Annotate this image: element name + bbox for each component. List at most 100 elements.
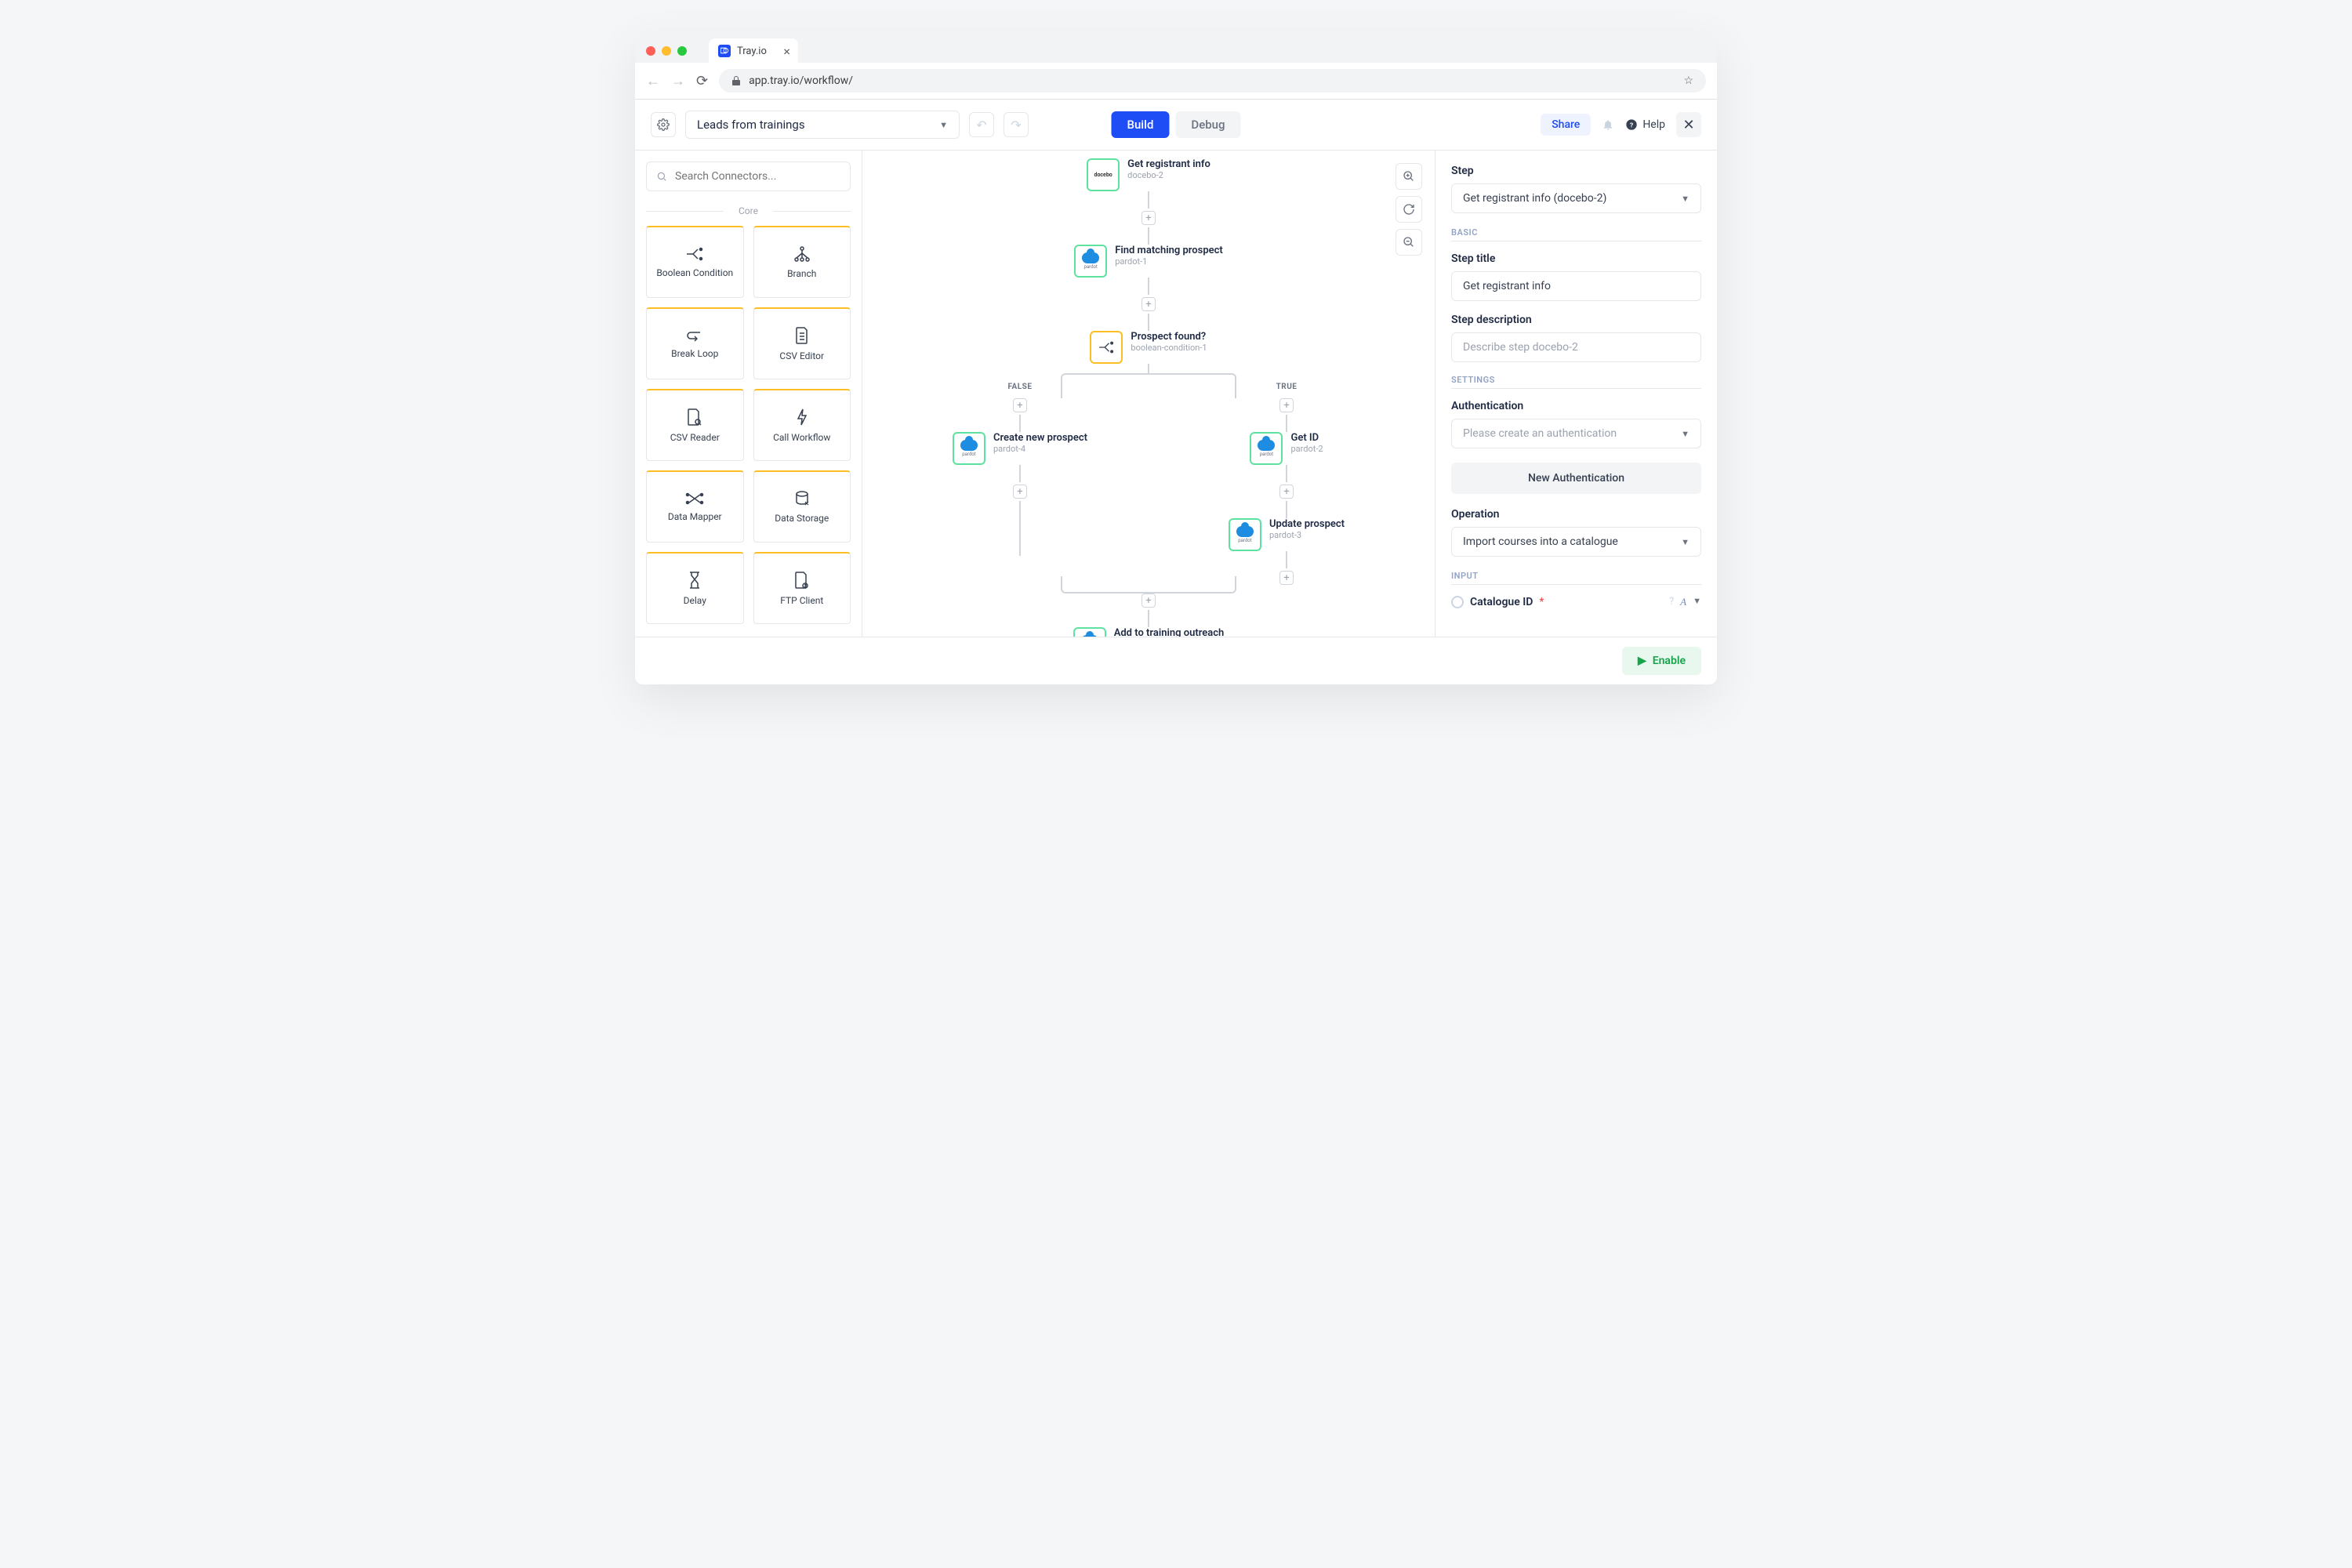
help-tooltip-icon[interactable]: ?	[1669, 596, 1674, 608]
tab-debug[interactable]: Debug	[1175, 111, 1240, 138]
operation-value: Import courses into a catalogue	[1463, 535, 1618, 548]
connector-label: Data Storage	[775, 513, 829, 524]
node-prospect-found[interactable]	[1090, 331, 1123, 364]
add-step-button[interactable]: +	[1279, 485, 1294, 499]
address-bar[interactable]: app.tray.io/workflow/ ☆	[719, 69, 1706, 93]
forward-icon[interactable]: →	[671, 73, 685, 89]
close-window-icon[interactable]	[646, 46, 655, 56]
minimize-window-icon[interactable]	[662, 46, 671, 56]
node-create-new-prospect[interactable]: pardot	[953, 432, 985, 465]
node-add-to-training-outreach[interactable]: pardot	[1073, 627, 1106, 637]
share-button[interactable]: Share	[1541, 114, 1591, 136]
node-sub: docebo-2	[1127, 170, 1210, 180]
connector-call-workflow[interactable]: Call Workflow	[753, 389, 851, 461]
undo-button[interactable]: ↶	[969, 112, 994, 137]
connector-delay[interactable]: Delay	[646, 552, 744, 624]
new-authentication-button[interactable]: New Authentication	[1451, 463, 1701, 494]
step-selector[interactable]: Get registrant info (docebo-2) ▼	[1451, 183, 1701, 213]
csv-editor-icon	[795, 327, 809, 344]
reload-icon[interactable]: ⟳	[696, 73, 708, 89]
input-catalogue-id[interactable]: Catalogue ID * ? A ▼	[1451, 596, 1701, 608]
operation-label: Operation	[1451, 508, 1701, 521]
node-sub: pardot-3	[1269, 530, 1345, 540]
settings-button[interactable]	[651, 112, 676, 137]
section-input: INPUT	[1451, 571, 1701, 585]
node-sub: pardot-2	[1290, 444, 1323, 454]
step-title-label: Step title	[1451, 252, 1701, 265]
bookmark-star-icon[interactable]: ☆	[1683, 74, 1693, 87]
connector-boolean-condition[interactable]: Boolean Condition	[646, 226, 744, 298]
back-icon[interactable]: ←	[646, 73, 660, 89]
docebo-icon: docebo	[1094, 172, 1112, 178]
chevron-down-icon: ▼	[1681, 194, 1690, 204]
ftp-icon	[794, 572, 810, 589]
required-icon: *	[1539, 596, 1544, 608]
connector-ftp-client[interactable]: FTP Client	[753, 552, 851, 624]
type-indicator-icon[interactable]: A	[1680, 596, 1686, 608]
chevron-down-icon[interactable]: ▼	[1693, 596, 1701, 608]
node-get-id[interactable]: pardot	[1250, 432, 1283, 465]
delay-icon	[688, 572, 701, 589]
redo-button[interactable]: ↷	[1004, 112, 1029, 137]
auth-placeholder: Please create an authentication	[1463, 427, 1617, 440]
add-step-button[interactable]: +	[1013, 485, 1027, 499]
tab-build[interactable]: Build	[1111, 111, 1169, 138]
node-update-prospect[interactable]: pardot	[1229, 518, 1261, 551]
step-desc-label: Step description	[1451, 314, 1701, 326]
operation-selector[interactable]: Import courses into a catalogue ▼	[1451, 527, 1701, 557]
enable-label: Enable	[1653, 655, 1686, 667]
break-loop-icon	[686, 329, 703, 342]
add-step-button[interactable]: +	[1142, 297, 1156, 311]
node-title: Create new prospect	[993, 432, 1087, 444]
connector-break-loop[interactable]: Break Loop	[646, 307, 744, 379]
node-find-matching-prospect[interactable]: pardot	[1074, 245, 1107, 278]
window-controls[interactable]	[646, 46, 687, 56]
auth-selector[interactable]: Please create an authentication ▼	[1451, 419, 1701, 448]
tab-close-icon[interactable]: ×	[783, 44, 790, 59]
add-step-button[interactable]: +	[1279, 571, 1294, 585]
connector-data-mapper[interactable]: Data Mapper	[646, 470, 744, 543]
add-step-button[interactable]: +	[1142, 593, 1156, 608]
help-link[interactable]: ? Help	[1625, 118, 1665, 131]
connector-label: Data Mapper	[668, 511, 722, 522]
close-icon: ✕	[1682, 117, 1694, 133]
step-title-input[interactable]	[1451, 271, 1701, 301]
add-step-button[interactable]: +	[1142, 211, 1156, 225]
play-icon: ▶	[1638, 655, 1646, 667]
connector-csv-editor[interactable]: CSV Editor	[753, 307, 851, 379]
step-desc-input[interactable]	[1451, 332, 1701, 362]
catalogue-id-label: Catalogue ID	[1470, 596, 1533, 608]
add-step-button[interactable]: +	[1013, 398, 1027, 412]
pardot-icon	[1258, 440, 1275, 451]
data-storage-icon	[794, 491, 810, 506]
connector-label: CSV Editor	[779, 350, 824, 361]
search-input[interactable]	[646, 162, 851, 191]
close-panel-button[interactable]: ✕	[1676, 112, 1701, 137]
section-label-core: Core	[646, 205, 851, 216]
pardot-icon	[960, 440, 978, 451]
connector-label: Delay	[684, 595, 706, 606]
connector-label: Branch	[787, 268, 816, 279]
node-title: Get registrant info	[1127, 158, 1210, 170]
add-step-button[interactable]: +	[1279, 398, 1294, 412]
connector-csv-reader[interactable]: CSV Reader	[646, 389, 744, 461]
pardot-icon	[1236, 526, 1254, 537]
radio-icon[interactable]	[1451, 596, 1464, 608]
url-text: app.tray.io/workflow/	[749, 74, 853, 87]
node-get-registrant-info[interactable]: docebo	[1087, 158, 1120, 191]
section-basic: BASIC	[1451, 227, 1701, 241]
notifications-icon[interactable]	[1602, 118, 1614, 131]
search-field[interactable]	[675, 170, 840, 183]
auth-label: Authentication	[1451, 400, 1701, 412]
maximize-window-icon[interactable]	[677, 46, 687, 56]
node-title: Find matching prospect	[1115, 245, 1223, 256]
browser-tab[interactable]: ⎄ Tray.io ×	[709, 38, 798, 64]
undo-icon: ↶	[976, 118, 986, 132]
svg-text:?: ?	[1630, 122, 1633, 129]
enable-button[interactable]: ▶ Enable	[1622, 647, 1701, 675]
connector-branch[interactable]: Branch	[753, 226, 851, 298]
workflow-selector[interactable]: Leads from trainings ▼	[685, 111, 960, 139]
connector-data-storage[interactable]: Data Storage	[753, 470, 851, 543]
workflow-name: Leads from trainings	[697, 118, 805, 132]
chevron-down-icon: ▼	[1681, 537, 1690, 547]
